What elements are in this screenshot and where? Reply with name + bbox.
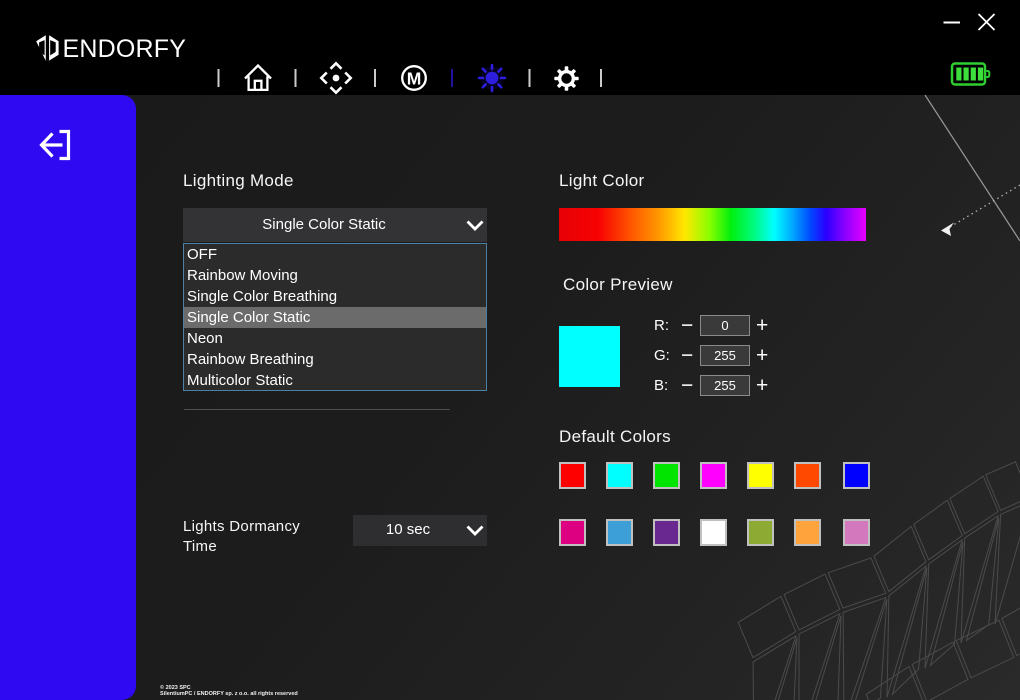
svg-text:M: M <box>407 69 422 89</box>
svg-text:ENDORFY: ENDORFY <box>63 35 187 63</box>
